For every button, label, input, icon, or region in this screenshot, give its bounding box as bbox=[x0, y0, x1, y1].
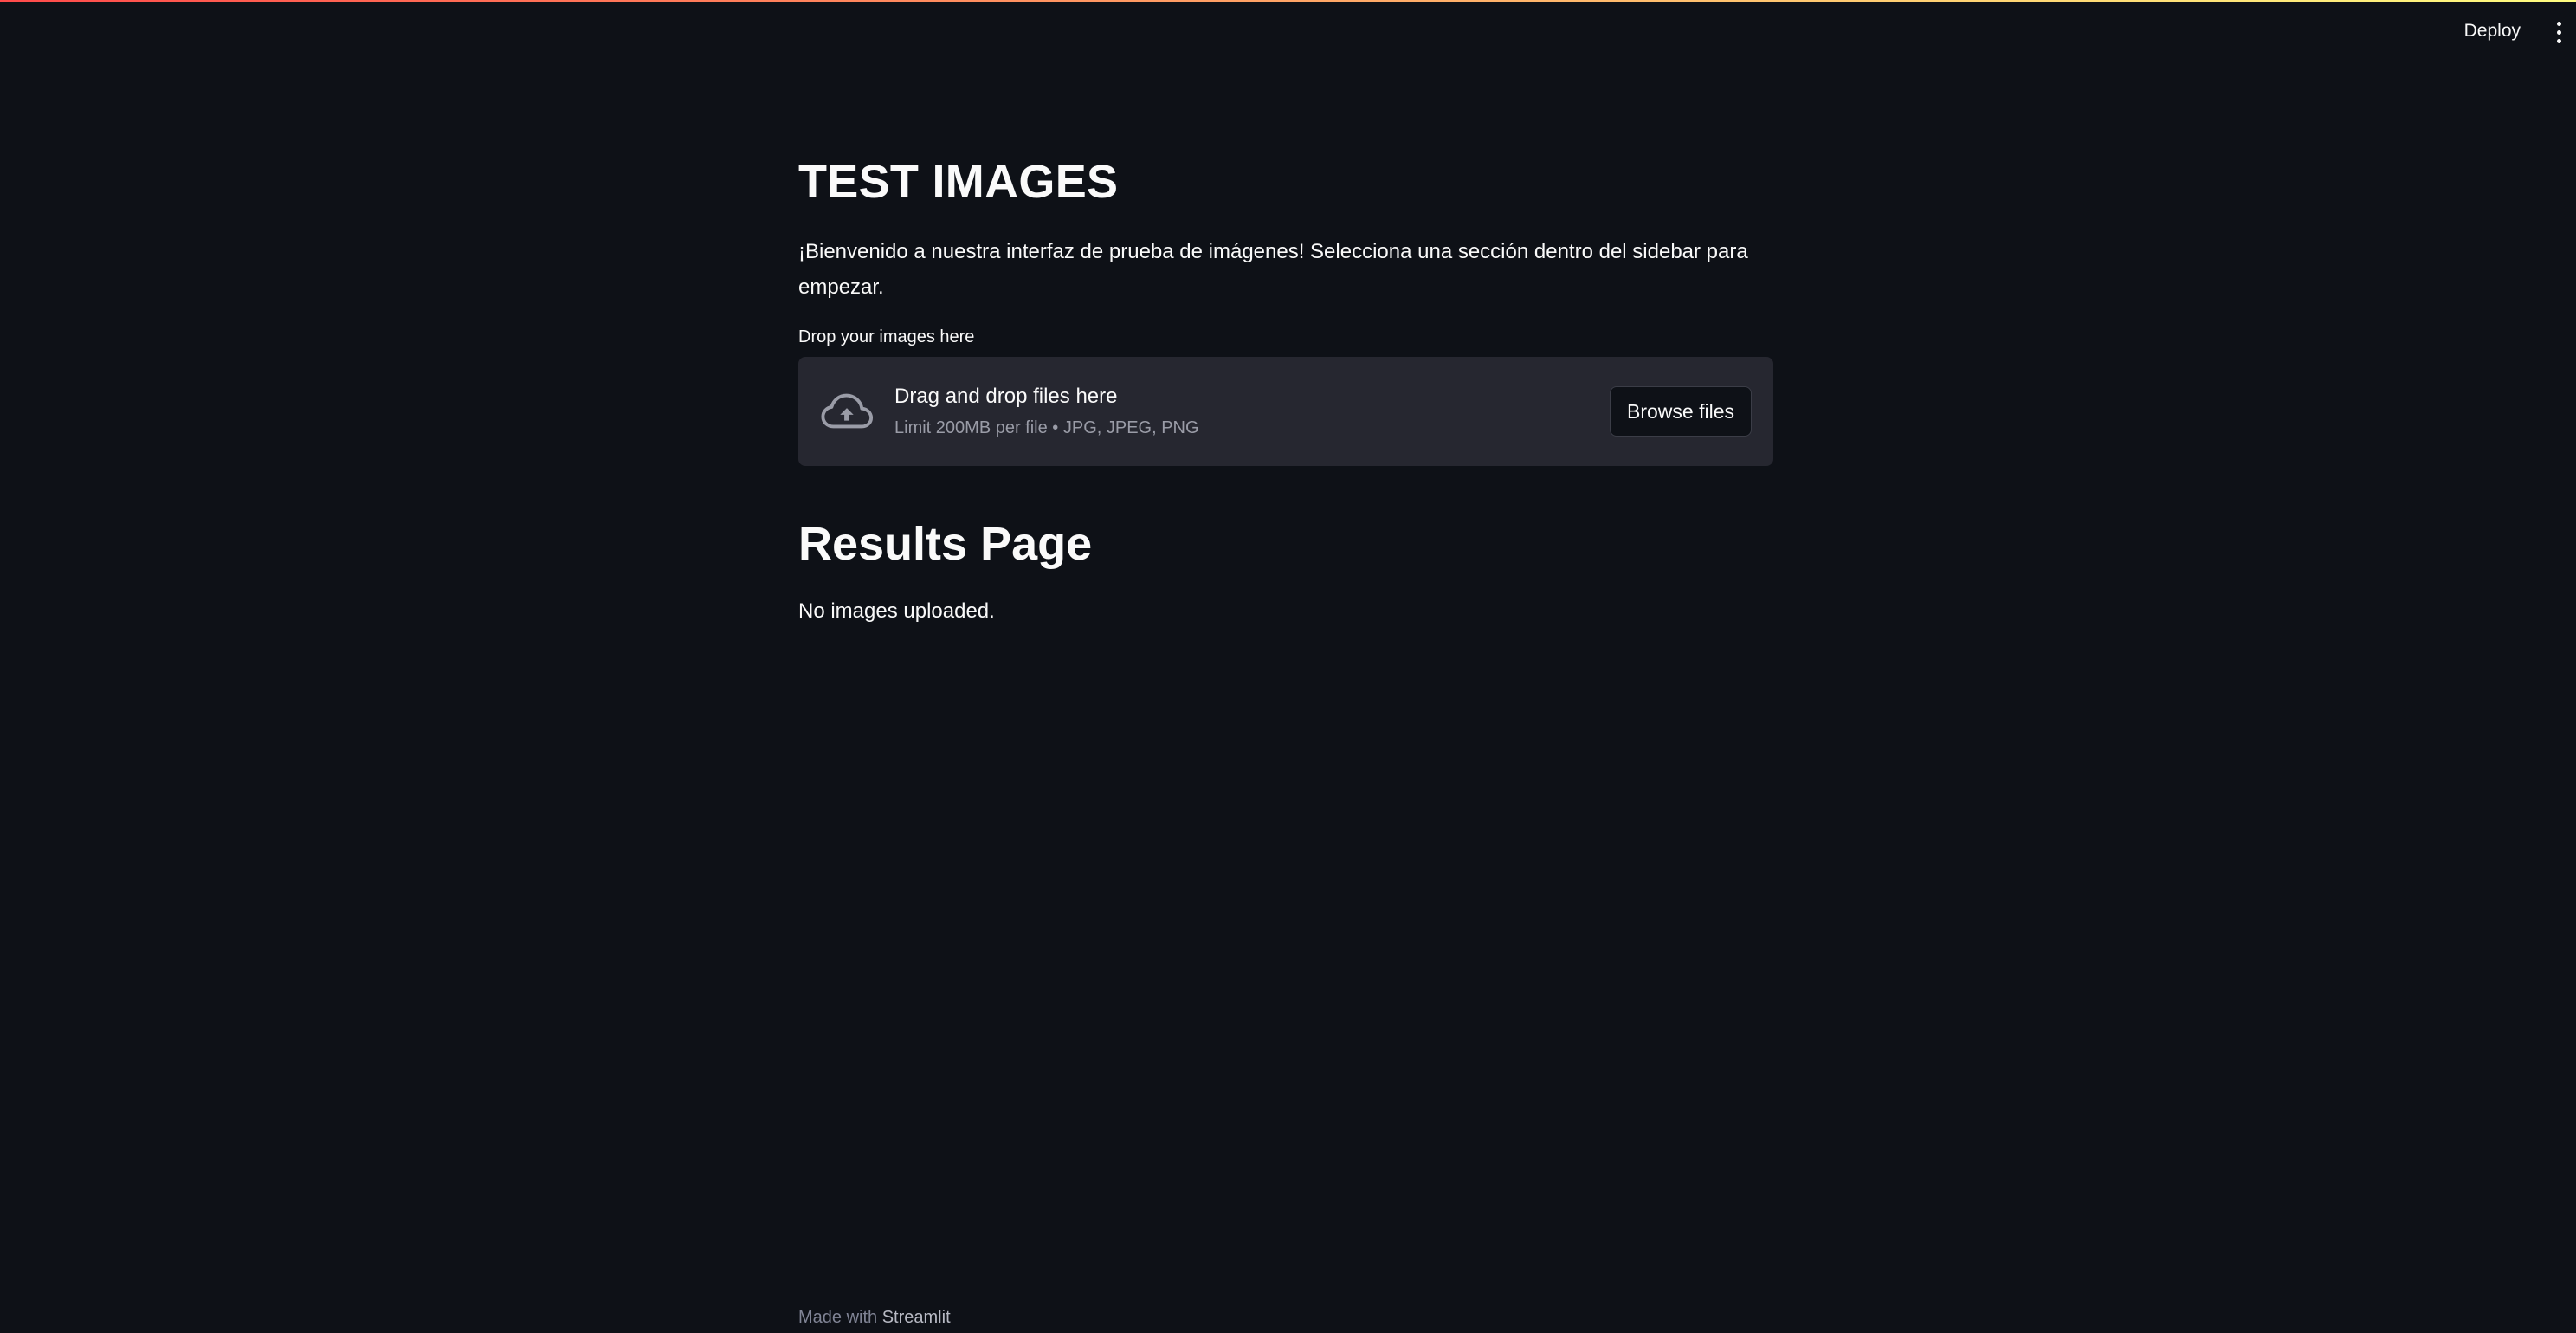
cloud-upload-icon bbox=[821, 393, 874, 429]
results-message: No images uploaded. bbox=[798, 599, 995, 623]
file-dropzone[interactable]: Drag and drop files here Limit 200MB per… bbox=[798, 357, 1773, 466]
streamlit-link[interactable]: Streamlit bbox=[882, 1308, 951, 1327]
page-title: TEST IMAGES bbox=[798, 156, 1119, 208]
top-decoration-bar bbox=[0, 0, 2576, 2]
footer: Made with Streamlit bbox=[798, 1304, 951, 1330]
intro-text: ¡Bienvenido a nuestra interfaz de prueba… bbox=[798, 240, 1748, 299]
browse-files-button[interactable]: Browse files bbox=[1610, 386, 1752, 437]
vertical-ellipsis-icon bbox=[2556, 21, 2561, 26]
dropzone-text: Drag and drop files here Limit 200MB per… bbox=[894, 382, 1610, 441]
uploader-label: Drop your images here bbox=[798, 327, 975, 346]
dropzone-limit: Limit 200MB per file • JPG, JPEG, PNG bbox=[894, 418, 1199, 437]
main-content: TEST IMAGES ¡Bienvenido a nuestra interf… bbox=[798, 147, 1773, 627]
app-page: Deploy TEST IMAGES ¡Bienvenido a nuestra… bbox=[0, 0, 2576, 1333]
deploy-button[interactable]: Deploy bbox=[2459, 17, 2526, 45]
footer-prefix: Made with bbox=[798, 1308, 878, 1327]
dropzone-title: Drag and drop files here bbox=[894, 385, 1118, 408]
results-title: Results Page bbox=[798, 518, 1093, 570]
main-menu-button[interactable] bbox=[2547, 17, 2571, 47]
